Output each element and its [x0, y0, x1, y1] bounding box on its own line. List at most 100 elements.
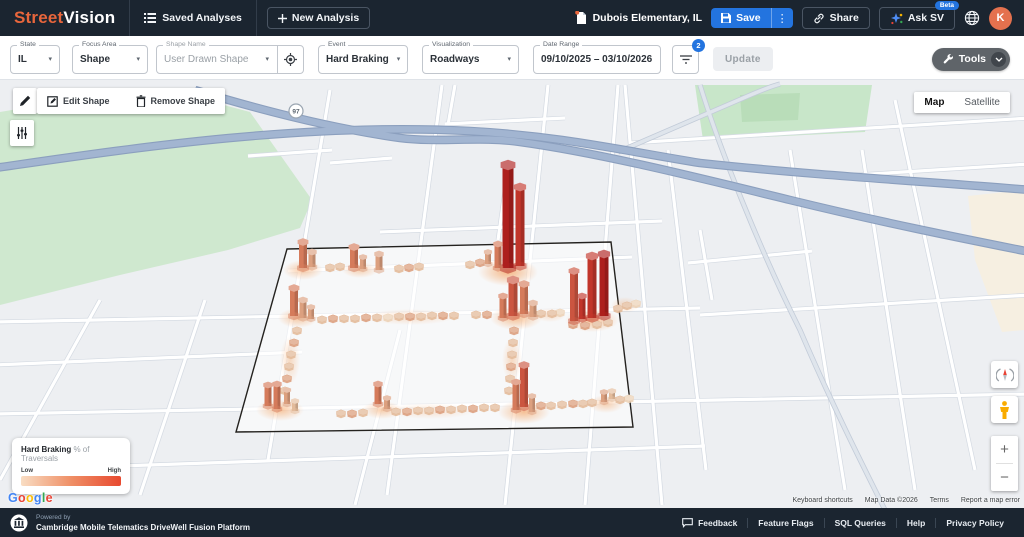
heat-hex [472, 311, 481, 317]
shape-name-group: Shape Name User Drawn Shape ▾ [156, 45, 304, 74]
crosshair-icon [284, 53, 297, 66]
header-divider [256, 0, 257, 36]
date-range-value: 09/10/2025 – 03/10/2026 [541, 54, 652, 65]
analysis-name[interactable]: Dubois Elementary, IL [575, 11, 703, 25]
layer-settings-button[interactable] [10, 120, 34, 146]
share-label: Share [830, 12, 859, 24]
heat-hex [547, 402, 556, 408]
heat-hex [480, 404, 489, 410]
powered-by-label: Powered by [36, 513, 250, 522]
google-letter: o [18, 491, 26, 505]
date-range-field[interactable]: Date Range 09/10/2025 – 03/10/2026 [533, 45, 661, 74]
tools-button[interactable]: Tools [932, 48, 1010, 71]
save-button[interactable]: Save [711, 8, 771, 28]
visualization-value: Roadways [430, 54, 479, 65]
chevron-down-icon: ▾ [499, 55, 511, 63]
tools-chevron [991, 52, 1006, 67]
logo-street: Street [14, 8, 63, 27]
save-more-button[interactable]: ⋮ [771, 8, 793, 28]
attribution-link[interactable]: Terms [930, 497, 949, 504]
footer-link[interactable]: SQL Queries [825, 518, 896, 528]
footer-link-label: Feature Flags [758, 518, 813, 528]
heat-hex [415, 263, 424, 269]
header-right: Dubois Elementary, IL Save ⋮ Share Ask S… [575, 7, 1024, 30]
heat-hex [348, 410, 357, 416]
filter-options-button[interactable]: 2 [672, 45, 699, 74]
legend-title: Hard Braking [21, 445, 71, 454]
footer-link[interactable]: Privacy Policy [936, 518, 1014, 528]
remove-shape-button[interactable]: Remove Shape [136, 95, 216, 107]
focus-area-select[interactable]: Focus Area Shape ▾ [72, 45, 148, 74]
update-button[interactable]: Update [713, 47, 773, 71]
heat-hex [510, 327, 519, 333]
google-letter: e [46, 491, 53, 505]
heat-hex [632, 300, 641, 306]
footer-link-label: Privacy Policy [946, 518, 1004, 528]
zoom-out-button[interactable]: − [991, 464, 1018, 491]
heat-hex [508, 351, 517, 357]
google-letter: o [26, 491, 34, 505]
feedback-bubble-icon [682, 518, 693, 528]
heat-hex [436, 406, 445, 412]
attribution-link[interactable]: Keyboard shortcuts [792, 497, 852, 504]
legend-gradient [21, 476, 121, 486]
map-type-satellite[interactable]: Satellite [954, 92, 1010, 113]
focus-area-label: Focus Area [79, 41, 119, 48]
rotate-control[interactable] [991, 361, 1018, 388]
heat-hex [556, 309, 565, 315]
heat-hex [588, 399, 597, 405]
app-logo: StreetVision [0, 8, 129, 28]
draw-shape-button[interactable] [13, 88, 37, 114]
ask-sv-button[interactable]: Ask SV [879, 7, 955, 30]
ask-sv-wrap: Ask SV Beta [879, 7, 955, 30]
heat-hex [458, 405, 467, 411]
footer-link[interactable]: Feedback [672, 518, 747, 528]
edit-shape-label: Edit Shape [63, 96, 110, 106]
footer-link[interactable]: Help [897, 518, 935, 528]
visualization-label: Visualization [429, 41, 473, 48]
filter-bar: State IL ▾ Focus Area Shape ▾ Shape Name… [0, 36, 1024, 80]
sparkle-icon [890, 12, 903, 25]
heat-hex [505, 387, 514, 393]
compass-icon [996, 368, 1014, 382]
new-analysis-button[interactable]: New Analysis [267, 7, 370, 29]
heat-hex [537, 402, 546, 408]
visualization-select[interactable]: Visualization Roadways ▾ [422, 45, 519, 74]
pegman-icon [999, 401, 1010, 419]
legend-high: High [108, 468, 121, 474]
heat-legend: Hard Braking % of Traversals LowHigh [12, 438, 130, 494]
map-type-toggle: Map Satellite [914, 92, 1010, 113]
attribution-link[interactable]: Map Data ©2026 [865, 497, 918, 504]
zoom-in-button[interactable]: + [991, 436, 1018, 463]
heat-hex [392, 408, 401, 414]
edit-shape-button[interactable]: Edit Shape [47, 96, 110, 107]
state-select[interactable]: State IL ▾ [10, 45, 60, 74]
tools-icon [942, 53, 954, 65]
avatar-initial: K [997, 12, 1005, 24]
heat-hex [548, 310, 557, 316]
edit-square-icon [47, 96, 58, 107]
link-icon [813, 13, 825, 24]
event-value: Hard Braking [326, 54, 389, 65]
footer-link[interactable]: Feature Flags [748, 518, 823, 528]
platform-label: Cambridge Mobile Telematics DriveWell Fu… [36, 523, 250, 532]
user-avatar[interactable]: K [989, 7, 1012, 30]
pegman-control[interactable] [991, 396, 1018, 423]
google-letter: G [8, 491, 18, 505]
pencil-icon [19, 95, 31, 107]
heat-hex [414, 407, 423, 413]
saved-analyses-button[interactable]: Saved Analyses [130, 0, 256, 36]
event-select[interactable]: Event Hard Braking ▾ [318, 45, 408, 74]
cmt-logo-icon [10, 514, 28, 532]
globe-icon[interactable] [964, 10, 980, 26]
heat-hex [362, 314, 371, 320]
locate-shape-button[interactable] [278, 53, 303, 66]
map-type-map[interactable]: Map [914, 92, 954, 113]
document-icon [575, 11, 587, 25]
map-canvas[interactable]: 97 Edit Shape Remove Shape Map Satellite [0, 80, 1024, 508]
share-button[interactable]: Share [802, 7, 870, 29]
attribution-link[interactable]: Report a map error [961, 497, 1020, 504]
shape-name-value: User Drawn Shape [164, 54, 248, 65]
heat-hex [447, 406, 456, 412]
focus-area-value: Shape [80, 54, 110, 65]
